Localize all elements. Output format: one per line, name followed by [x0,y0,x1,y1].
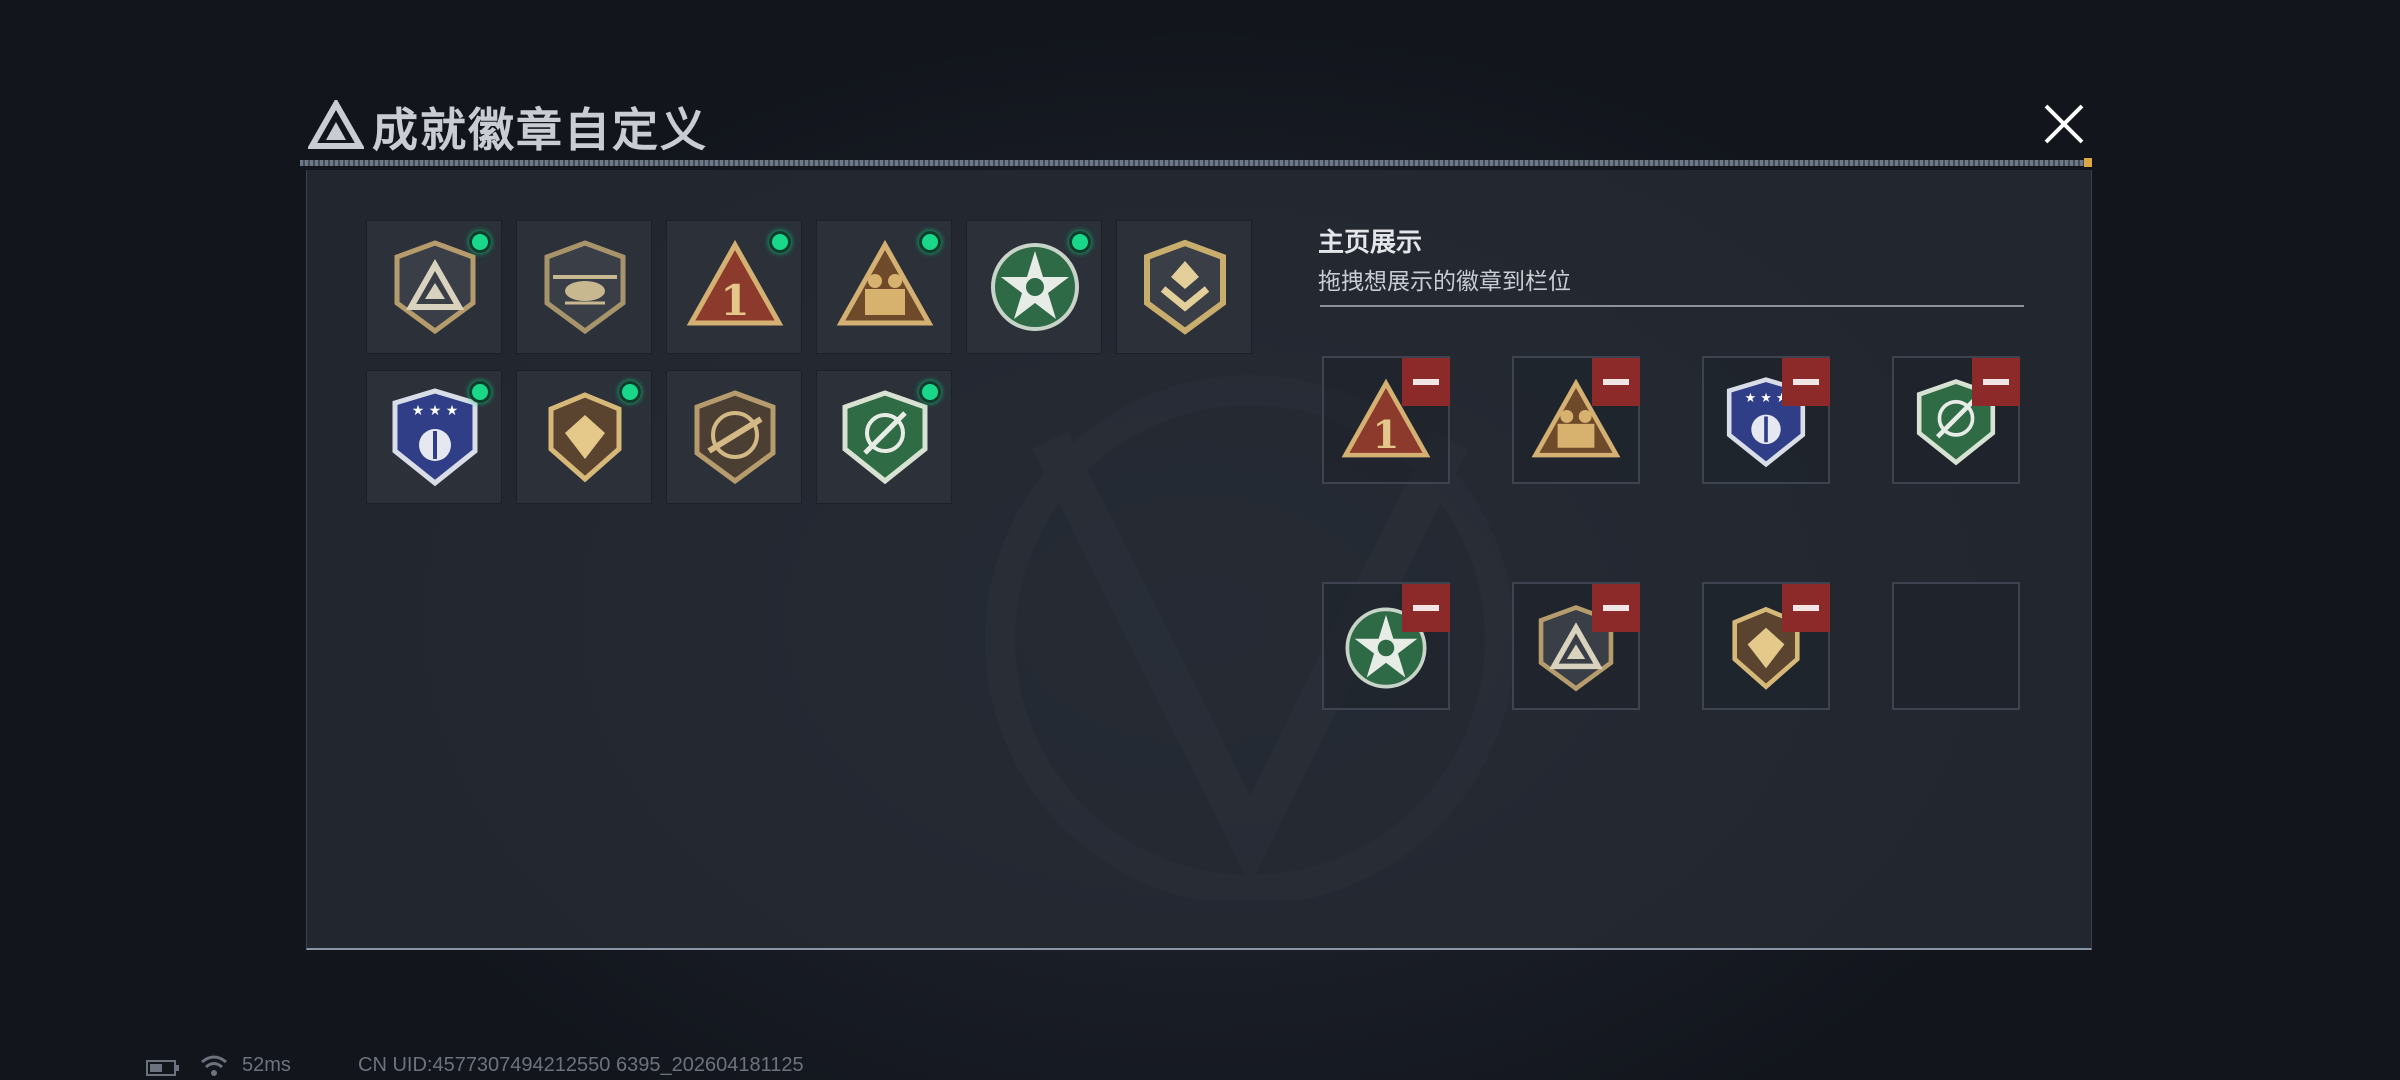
battery-icon [146,1060,179,1076]
showcase-slot-7[interactable] [1702,582,1830,710]
page-title: 成就徽章自定义 [372,103,708,157]
rifle-shield-badge-icon [694,390,776,485]
minus-icon[interactable] [1782,358,1830,406]
star-skull-green-badge-icon [991,243,1079,331]
equipped-indicator [919,231,941,253]
showcase-slot-empty[interactable] [1892,582,2020,710]
gem-shield-badge-icon [548,392,622,483]
badge-slot-rifle[interactable] [666,370,802,504]
ping-text: 52ms [242,1054,291,1076]
badge-slot-pyramid-shield[interactable] [366,220,502,354]
equipped-indicator [919,381,941,403]
chevron-shield-badge-icon [1144,239,1226,335]
svg-text:★ ★ ★: ★ ★ ★ [412,403,459,419]
showcase-slot-4[interactable] [1892,356,2020,484]
equipped-indicator [1069,231,1091,253]
equipped-indicator [619,381,641,403]
soldiers-triangle-badge-icon [836,239,934,326]
close-icon[interactable] [2040,100,2088,148]
showcase-title: 主页展示 [1318,228,1423,258]
showcase-slot-5[interactable] [1322,582,1450,710]
showcase-slot-2[interactable] [1512,356,1640,484]
showcase-divider [1320,305,2024,307]
number-one-triangle-badge-icon: 1 [686,239,784,326]
triangle-logo-icon [308,100,364,149]
uid-text: CN UID:4577307494212550 6395_20260418112… [358,1054,804,1076]
dialog-header: 成就徽章自定义 [300,90,2090,170]
green-crosshair-shield-badge-icon [842,390,928,485]
header-accent [2084,158,2092,167]
badge-slot-green-crosshair[interactable] [816,370,952,504]
badge-slot-helicopter[interactable] [516,220,652,354]
equipped-indicator [469,231,491,253]
header-divider [300,160,2092,166]
helicopter-shield-badge-icon [544,240,626,335]
minus-icon[interactable] [1402,584,1450,632]
badge-slot-soldiers[interactable] [816,220,952,354]
minus-icon[interactable] [1972,358,2020,406]
svg-text:1: 1 [720,276,749,325]
blue-stars-shield-badge-icon: ★ ★ ★ [392,388,478,487]
minus-icon[interactable] [1402,358,1450,406]
showcase-slot-1[interactable]: 1 [1322,356,1450,484]
badge-slot-gem[interactable] [516,370,652,504]
pyramid-shield-badge-icon [394,240,476,335]
minus-icon[interactable] [1592,584,1640,632]
showcase-slot-6[interactable] [1512,582,1640,710]
badge-slot-blue-stars[interactable]: ★ ★ ★ [366,370,502,504]
wifi-icon [201,1055,227,1076]
badge-slot-star-skull[interactable] [966,220,1102,354]
svg-text:★ ★ ★: ★ ★ ★ [1745,391,1788,406]
badge-slot-chevron[interactable] [1116,220,1252,354]
showcase-subtitle: 拖拽想展示的徽章到栏位 [1318,269,1571,295]
badge-slot-number-one[interactable]: 1 [666,220,802,354]
minus-icon[interactable] [1592,358,1640,406]
svg-text:1: 1 [1373,413,1400,458]
showcase-slot-3[interactable]: ★ ★ ★ [1702,356,1830,484]
equipped-indicator [769,231,791,253]
minus-icon[interactable] [1782,584,1830,632]
equipped-indicator [469,381,491,403]
